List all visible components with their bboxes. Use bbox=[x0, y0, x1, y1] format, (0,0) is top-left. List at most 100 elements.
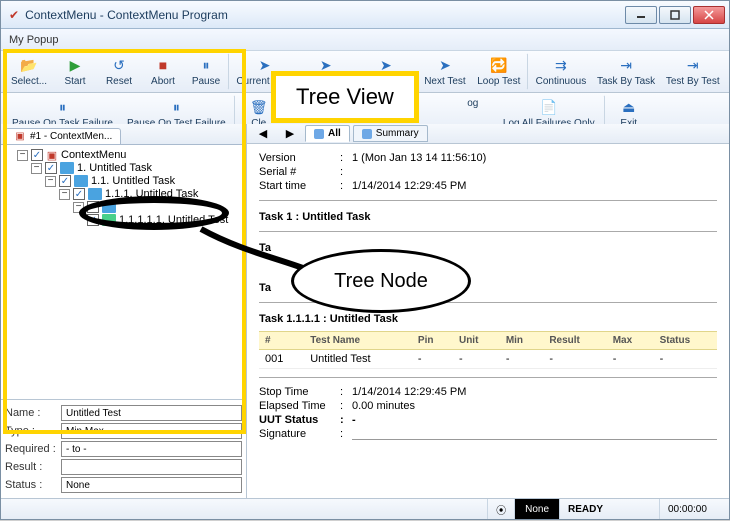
file-tab[interactable]: ▣ #1 - ContextMen... bbox=[5, 128, 121, 144]
start-button[interactable]: ▶Start bbox=[53, 53, 97, 90]
col-pin: Pin bbox=[412, 332, 453, 350]
status-time: 00:00:00 bbox=[659, 499, 729, 519]
properties-panel: Name :Untitled Test Type :Min Max Requir… bbox=[1, 399, 246, 498]
tab-summary[interactable]: Summary bbox=[353, 125, 428, 142]
tree-node-1-1[interactable]: − ✓ 1.1. Untitled Task bbox=[45, 175, 244, 187]
divider bbox=[259, 231, 717, 232]
close-button[interactable] bbox=[693, 6, 725, 24]
test-by-test-button[interactable]: ⇥Test By Test bbox=[660, 53, 725, 90]
version-val: 1 (Mon Jan 13 14 11:56:10) bbox=[352, 152, 486, 164]
result-field[interactable] bbox=[61, 459, 242, 475]
checkbox[interactable]: ✓ bbox=[45, 162, 57, 174]
result-label: Result : bbox=[5, 461, 57, 473]
col-idx: # bbox=[259, 332, 304, 350]
continuous-icon: ⇉ bbox=[552, 56, 570, 74]
continuous-button[interactable]: ⇉Continuous bbox=[530, 53, 592, 90]
collapse-icon[interactable]: − bbox=[73, 202, 84, 213]
minimize-button[interactable] bbox=[625, 6, 657, 24]
file-tab-header: ▣ #1 - ContextMen... bbox=[1, 124, 246, 145]
checkbox[interactable]: ✓ bbox=[31, 149, 43, 161]
app-icon: ✔ bbox=[9, 8, 19, 22]
tab-icon bbox=[362, 129, 372, 139]
status-label: Status : bbox=[5, 479, 57, 491]
tree-node-1-1-1[interactable]: − ✓ 1.1.1. Untitled Task bbox=[59, 188, 244, 200]
version-key: Version bbox=[259, 152, 334, 164]
prev-button[interactable]: ◀ bbox=[251, 126, 275, 142]
collapse-icon[interactable]: − bbox=[17, 150, 28, 161]
select-button[interactable]: 📂Select... bbox=[5, 53, 53, 90]
serial-key: Serial # bbox=[259, 166, 334, 178]
tree-label: 1.1.1. Untitled Task bbox=[105, 188, 198, 200]
required-label: Required : bbox=[5, 443, 57, 455]
tree-node-1[interactable]: − ✓ 1. Untitled Task bbox=[31, 162, 244, 174]
col-min: Min bbox=[500, 332, 544, 350]
clear-icon: 🗑 bbox=[250, 98, 268, 116]
tab-all[interactable]: All bbox=[305, 125, 350, 142]
next-button[interactable]: ▶ bbox=[278, 126, 302, 142]
abort-button[interactable]: ■Abort bbox=[141, 53, 185, 90]
tree-label: ContextMenu bbox=[61, 149, 126, 161]
tree-root[interactable]: − ✓ ▣ ContextMenu bbox=[17, 149, 244, 161]
col-name: Test Name bbox=[304, 332, 412, 350]
status-ready: READY bbox=[559, 499, 659, 519]
exit-icon: ⏏ bbox=[620, 98, 638, 116]
tree-view[interactable]: − ✓ ▣ ContextMenu − ✓ 1. Un bbox=[1, 145, 246, 399]
next-task-button[interactable]: ➤Next Task bbox=[298, 53, 353, 90]
tree-pane: ▣ #1 - ContextMen... − ✓ ▣ ContextMenu bbox=[1, 124, 247, 498]
pause-fail-icon: ⏸ bbox=[53, 98, 71, 116]
tree-label: 1. Untitled Task bbox=[77, 162, 152, 174]
elapsed-key: Elapsed Time bbox=[259, 400, 334, 412]
test-icon bbox=[102, 214, 116, 226]
checkbox[interactable]: ✓ bbox=[73, 188, 85, 200]
checkbox[interactable]: ✓ bbox=[59, 175, 71, 187]
tree-node-1-1-1-1[interactable]: − ✓ Untitled Task bbox=[73, 201, 244, 213]
content-area: ▣ #1 - ContextMen... − ✓ ▣ ContextMenu bbox=[1, 124, 729, 498]
uut-key: UUT Status bbox=[259, 414, 334, 426]
sig-val bbox=[352, 428, 717, 440]
elapsed-val: 0.00 minutes bbox=[352, 400, 415, 412]
pause-button[interactable]: ⏸Pause bbox=[185, 53, 229, 90]
task-header-2-cut: Ta bbox=[259, 242, 717, 254]
window-controls bbox=[625, 6, 725, 24]
uut-val: - bbox=[352, 414, 356, 426]
task-header-4: Task 1.1.1.1 : Untitled Task bbox=[259, 313, 717, 325]
task-by-task-button[interactable]: ⇥Task By Task bbox=[592, 53, 661, 90]
task-icon bbox=[60, 162, 74, 174]
checkbox[interactable]: ✓ bbox=[87, 201, 99, 213]
checkbox[interactable]: ✓ bbox=[87, 214, 99, 226]
next-test-button[interactable]: ➤Next Test bbox=[418, 53, 471, 90]
collapse-icon[interactable]: − bbox=[45, 176, 56, 187]
col-unit: Unit bbox=[453, 332, 500, 350]
stop-val: 1/14/2014 12:29:45 PM bbox=[352, 386, 466, 398]
name-field[interactable]: Untitled Test bbox=[61, 405, 242, 421]
current-test-button[interactable]: ➤Current Test bbox=[353, 53, 418, 90]
app-window: ✔ ContextMenu - ContextMenu Program My P… bbox=[0, 0, 730, 520]
toolbar-row-1: 📂Select... ▶Start ↺Reset ■Abort ⏸Pause ➤… bbox=[1, 51, 729, 93]
sig-key: Signature bbox=[259, 428, 334, 440]
reset-icon: ↺ bbox=[110, 56, 128, 74]
type-field[interactable]: Min Max bbox=[61, 423, 242, 439]
menu-my-popup[interactable]: My Popup bbox=[9, 34, 59, 46]
task-icon bbox=[102, 201, 116, 213]
collapse-icon[interactable]: − bbox=[59, 189, 70, 200]
window-title: ContextMenu - ContextMenu Program bbox=[25, 8, 625, 22]
start-key: Start time bbox=[259, 180, 334, 192]
loop-test-button[interactable]: 🔁Loop Test bbox=[471, 53, 528, 90]
table-row[interactable]: 001 Untitled Test - - - - - - bbox=[259, 350, 717, 369]
start-val: 1/14/2014 12:29:45 PM bbox=[352, 180, 466, 192]
tree-node-leaf[interactable]: ✓ 1.1.1.1.1. Untitled Test bbox=[87, 214, 244, 226]
task-header-1: Task 1 : Untitled Task bbox=[259, 211, 717, 223]
arrow-icon: ➤ bbox=[377, 56, 395, 74]
arrow-icon: ➤ bbox=[256, 56, 274, 74]
stop-key: Stop Time bbox=[259, 386, 334, 398]
task-icon bbox=[88, 188, 102, 200]
collapse-icon[interactable]: − bbox=[31, 163, 42, 174]
current-task-button[interactable]: ➤Current Task bbox=[231, 53, 298, 90]
maximize-button[interactable] bbox=[659, 6, 691, 24]
required-field[interactable]: - to - bbox=[61, 441, 242, 457]
task-header-3-cut: Ta bbox=[259, 282, 717, 294]
col-status: Status bbox=[654, 332, 717, 350]
status-field[interactable]: None bbox=[61, 477, 242, 493]
reset-button[interactable]: ↺Reset bbox=[97, 53, 141, 90]
arrow-icon: ➤ bbox=[317, 56, 335, 74]
